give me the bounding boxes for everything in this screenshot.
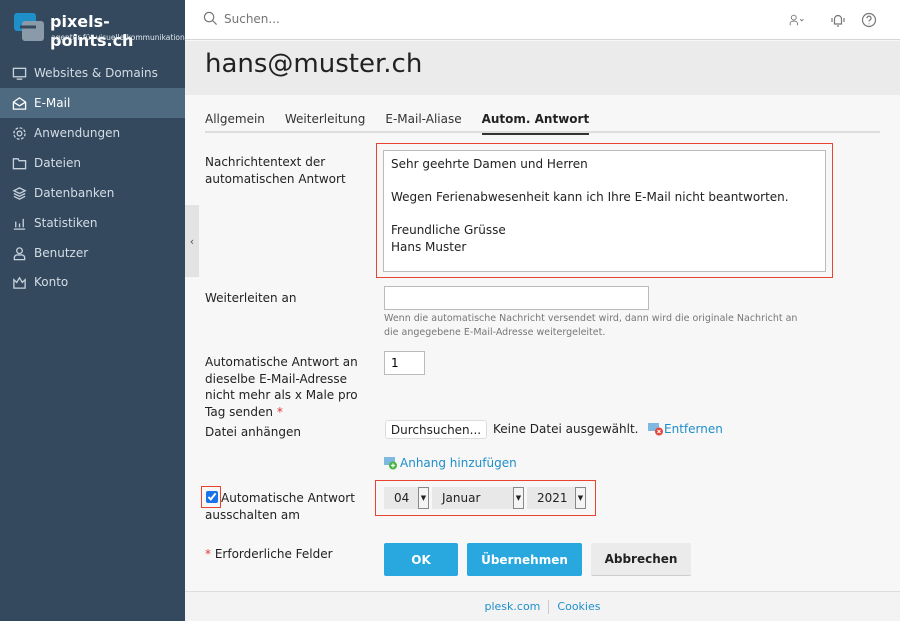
max-replies-label: Automatische Antwort an dieselbe E-Mail-… [205,354,370,420]
message-textarea[interactable]: Sehr geehrte Damen und Herren Wegen Feri… [383,150,826,272]
gear-icon [13,126,26,140]
sidebar-item-label: Datenbanken [34,186,115,200]
sidebar-item-label: Konto [34,275,69,289]
plesk-link[interactable]: plesk.com [485,600,541,613]
month-select[interactable]: Januar ▼ [432,487,524,509]
monitor-icon [12,67,27,80]
sidebar-item-label: Anwendungen [34,126,121,140]
logo-icon [14,13,44,41]
layers-icon [12,186,27,200]
disable-autoreply-label: Automatische Antwort ausschalten am [205,491,355,522]
title-bar: hans@muster.ch [185,41,900,95]
footer: plesk.com Cookies [185,591,900,621]
chevron-left-icon: ‹ [189,234,195,248]
sidebar-item-websites[interactable]: Websites & Domains [0,58,185,88]
topbar [185,0,900,40]
sidebar-item-email[interactable]: E-Mail [0,88,185,118]
apply-button[interactable]: Übernehmen [467,543,582,576]
logo-tagline: agentur für visuelle kommunikation [51,33,185,42]
dropdown-arrow-icon: ▼ [418,487,429,509]
add-attachment-icon [384,457,397,470]
sidebar-item-anwendungen[interactable]: Anwendungen [0,118,185,148]
logo-text: pixels-points.ch [50,12,134,50]
sidebar-item-label: Dateien [34,156,82,170]
day-value: 04 [394,491,410,505]
sidebar-item-statistiken[interactable]: Statistiken [0,208,185,238]
add-attachment-text: Anhang hinzufügen [400,456,517,470]
remove-link[interactable]: Entfernen [648,422,723,436]
tab-email-aliase[interactable]: E-Mail-Aliase [385,112,461,133]
max-replies-input[interactable] [384,351,425,375]
user-menu-icon[interactable] [789,12,805,28]
forward-email-input[interactable] [384,286,649,310]
required-mark: * [205,547,211,561]
sidebar-item-label: Benutzer [34,246,89,260]
crown-icon [13,276,26,289]
cookies-link[interactable]: Cookies [557,600,600,613]
no-file-text: Keine Datei ausgewählt. [493,422,639,436]
sidebar-item-label: E-Mail [34,96,71,110]
search-box[interactable] [203,11,424,26]
tab-bar: Allgemein Weiterleitung E-Mail-Aliase Au… [205,112,880,135]
help-icon[interactable] [861,12,877,28]
tab-autom-antwort[interactable]: Autom. Antwort [481,112,589,135]
cancel-button[interactable]: Abbrechen [591,543,691,576]
ok-button[interactable]: OK [384,543,458,576]
required-note-text: Erforderliche Felder [214,547,333,561]
attach-label: Datei anhängen [205,425,301,439]
forward-label: Weiterleiten an [205,291,297,305]
folder-icon [12,157,27,169]
month-value: Januar [442,491,481,505]
envelope-open-icon [12,96,27,110]
sidebar: pixels-points.ch agentur für visuelle ko… [0,0,185,621]
sidebar-item-konto[interactable]: Konto [0,267,185,297]
bar-chart-icon [13,218,26,230]
footer-divider [548,599,550,614]
message-label: Nachrichtentext der automatischen Antwor… [205,155,346,186]
search-input[interactable] [224,11,424,26]
day-select[interactable]: 04 ▼ [384,487,429,509]
dropdown-arrow-icon: ▼ [575,487,586,509]
sidebar-item-label: Statistiken [34,216,98,230]
search-icon [203,11,218,26]
sidebar-item-label: Websites & Domains [34,66,158,80]
sidebar-item-benutzer[interactable]: Benutzer [0,238,185,268]
add-attachment-link[interactable]: Anhang hinzufügen [384,456,517,470]
year-value: 2021 [537,491,568,505]
dropdown-arrow-icon: ▼ [513,487,524,509]
remove-link-text: Entfernen [664,422,723,436]
year-select[interactable]: 2021 ▼ [527,487,586,509]
page-title: hans@muster.ch [205,49,423,79]
tab-weiterleitung[interactable]: Weiterleitung [285,112,365,133]
tab-allgemein[interactable]: Allgemein [205,112,265,133]
forward-hint: Wenn die automatische Nachricht versende… [384,313,798,338]
browse-button[interactable]: Durchsuchen... [385,420,487,439]
sidebar-item-dateien[interactable]: Dateien [0,148,185,178]
remove-attachment-icon [648,423,663,436]
sidebar-collapse-button[interactable]: ‹ [185,205,199,277]
notification-bell-icon[interactable] [830,12,846,28]
user-icon [13,246,26,260]
required-mark: * [276,404,283,419]
sidebar-item-datenbanken[interactable]: Datenbanken [0,178,185,208]
required-note: * Erforderliche Felder [205,546,333,563]
